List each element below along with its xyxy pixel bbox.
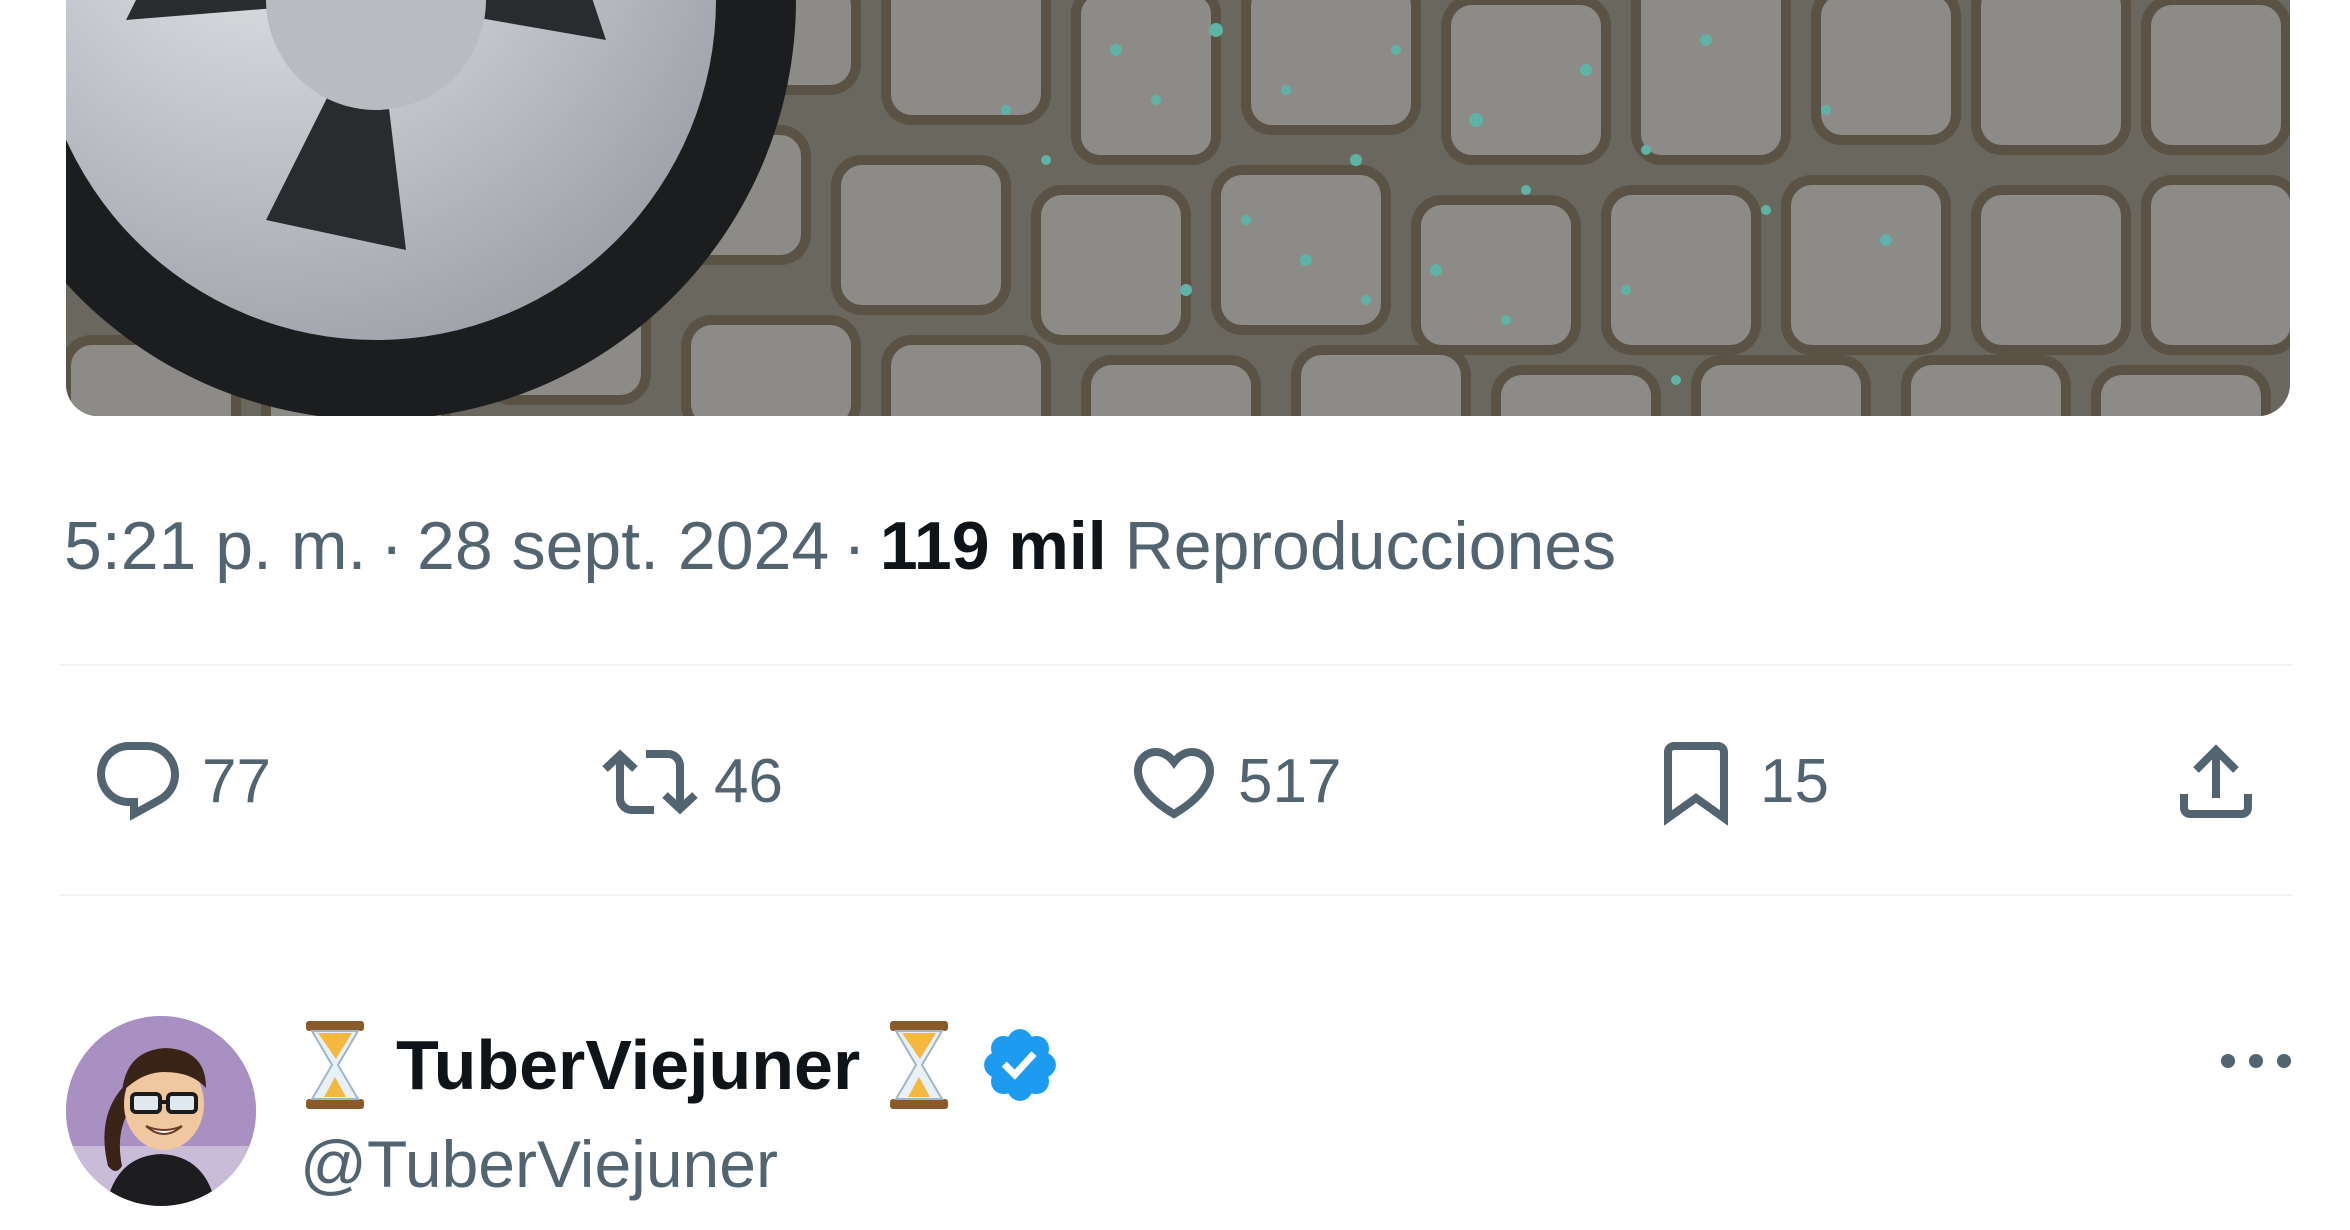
speech-bubble-icon: [88, 732, 188, 832]
views-count: 119 mil: [879, 508, 1107, 584]
bookmark-button[interactable]: 15: [1646, 722, 1829, 842]
hourglass-emoji-icon: [884, 1019, 954, 1111]
divider: [60, 894, 2292, 896]
author-handle[interactable]: @TuberViejuner: [300, 1124, 1062, 1204]
share-button[interactable]: [2166, 722, 2266, 842]
bookmark-count: 15: [1760, 747, 1829, 816]
author-name-row[interactable]: TuberViejuner: [300, 1010, 1062, 1120]
more-horizontal-icon: [2221, 1054, 2291, 1068]
avatar-cartoon-image: [66, 1016, 256, 1206]
retweet-count: 46: [714, 747, 783, 816]
tweet-action-bar: 77 46 517 15: [0, 722, 2350, 842]
cobblestone-photo-image: [66, 0, 2290, 416]
author-display-name[interactable]: TuberViejuner: [396, 1030, 860, 1100]
meta-separator: ·: [843, 508, 866, 584]
reply-button[interactable]: 77: [88, 722, 271, 842]
like-count: 517: [1238, 747, 1342, 816]
share-upload-icon: [2166, 732, 2266, 832]
tweet-time[interactable]: 5:21 p. m.: [64, 508, 366, 584]
tweet-date[interactable]: 28 sept. 2024: [417, 508, 829, 584]
verified-badge-icon[interactable]: [978, 1023, 1062, 1107]
tweet-photo[interactable]: [66, 0, 2290, 416]
hourglass-emoji-icon: [300, 1019, 370, 1111]
reply-count: 77: [202, 747, 271, 816]
more-options-button[interactable]: [2206, 1026, 2306, 1096]
meta-separator: ·: [380, 508, 404, 584]
like-button[interactable]: 517: [1124, 722, 1341, 842]
tweet-meta: 5:21 p. m. · 28 sept. 2024 · 119 mil Reproduc…: [64, 506, 1616, 586]
retweet-button[interactable]: 46: [600, 722, 783, 842]
retweet-icon: [600, 732, 700, 832]
avatar[interactable]: [66, 1016, 256, 1206]
author-block: TuberViejuner @TuberViejuner: [300, 1010, 1062, 1204]
heart-icon: [1124, 732, 1224, 832]
bookmark-icon: [1646, 732, 1746, 832]
divider: [60, 664, 2292, 666]
views-label: Reproducciones: [1124, 508, 1617, 584]
